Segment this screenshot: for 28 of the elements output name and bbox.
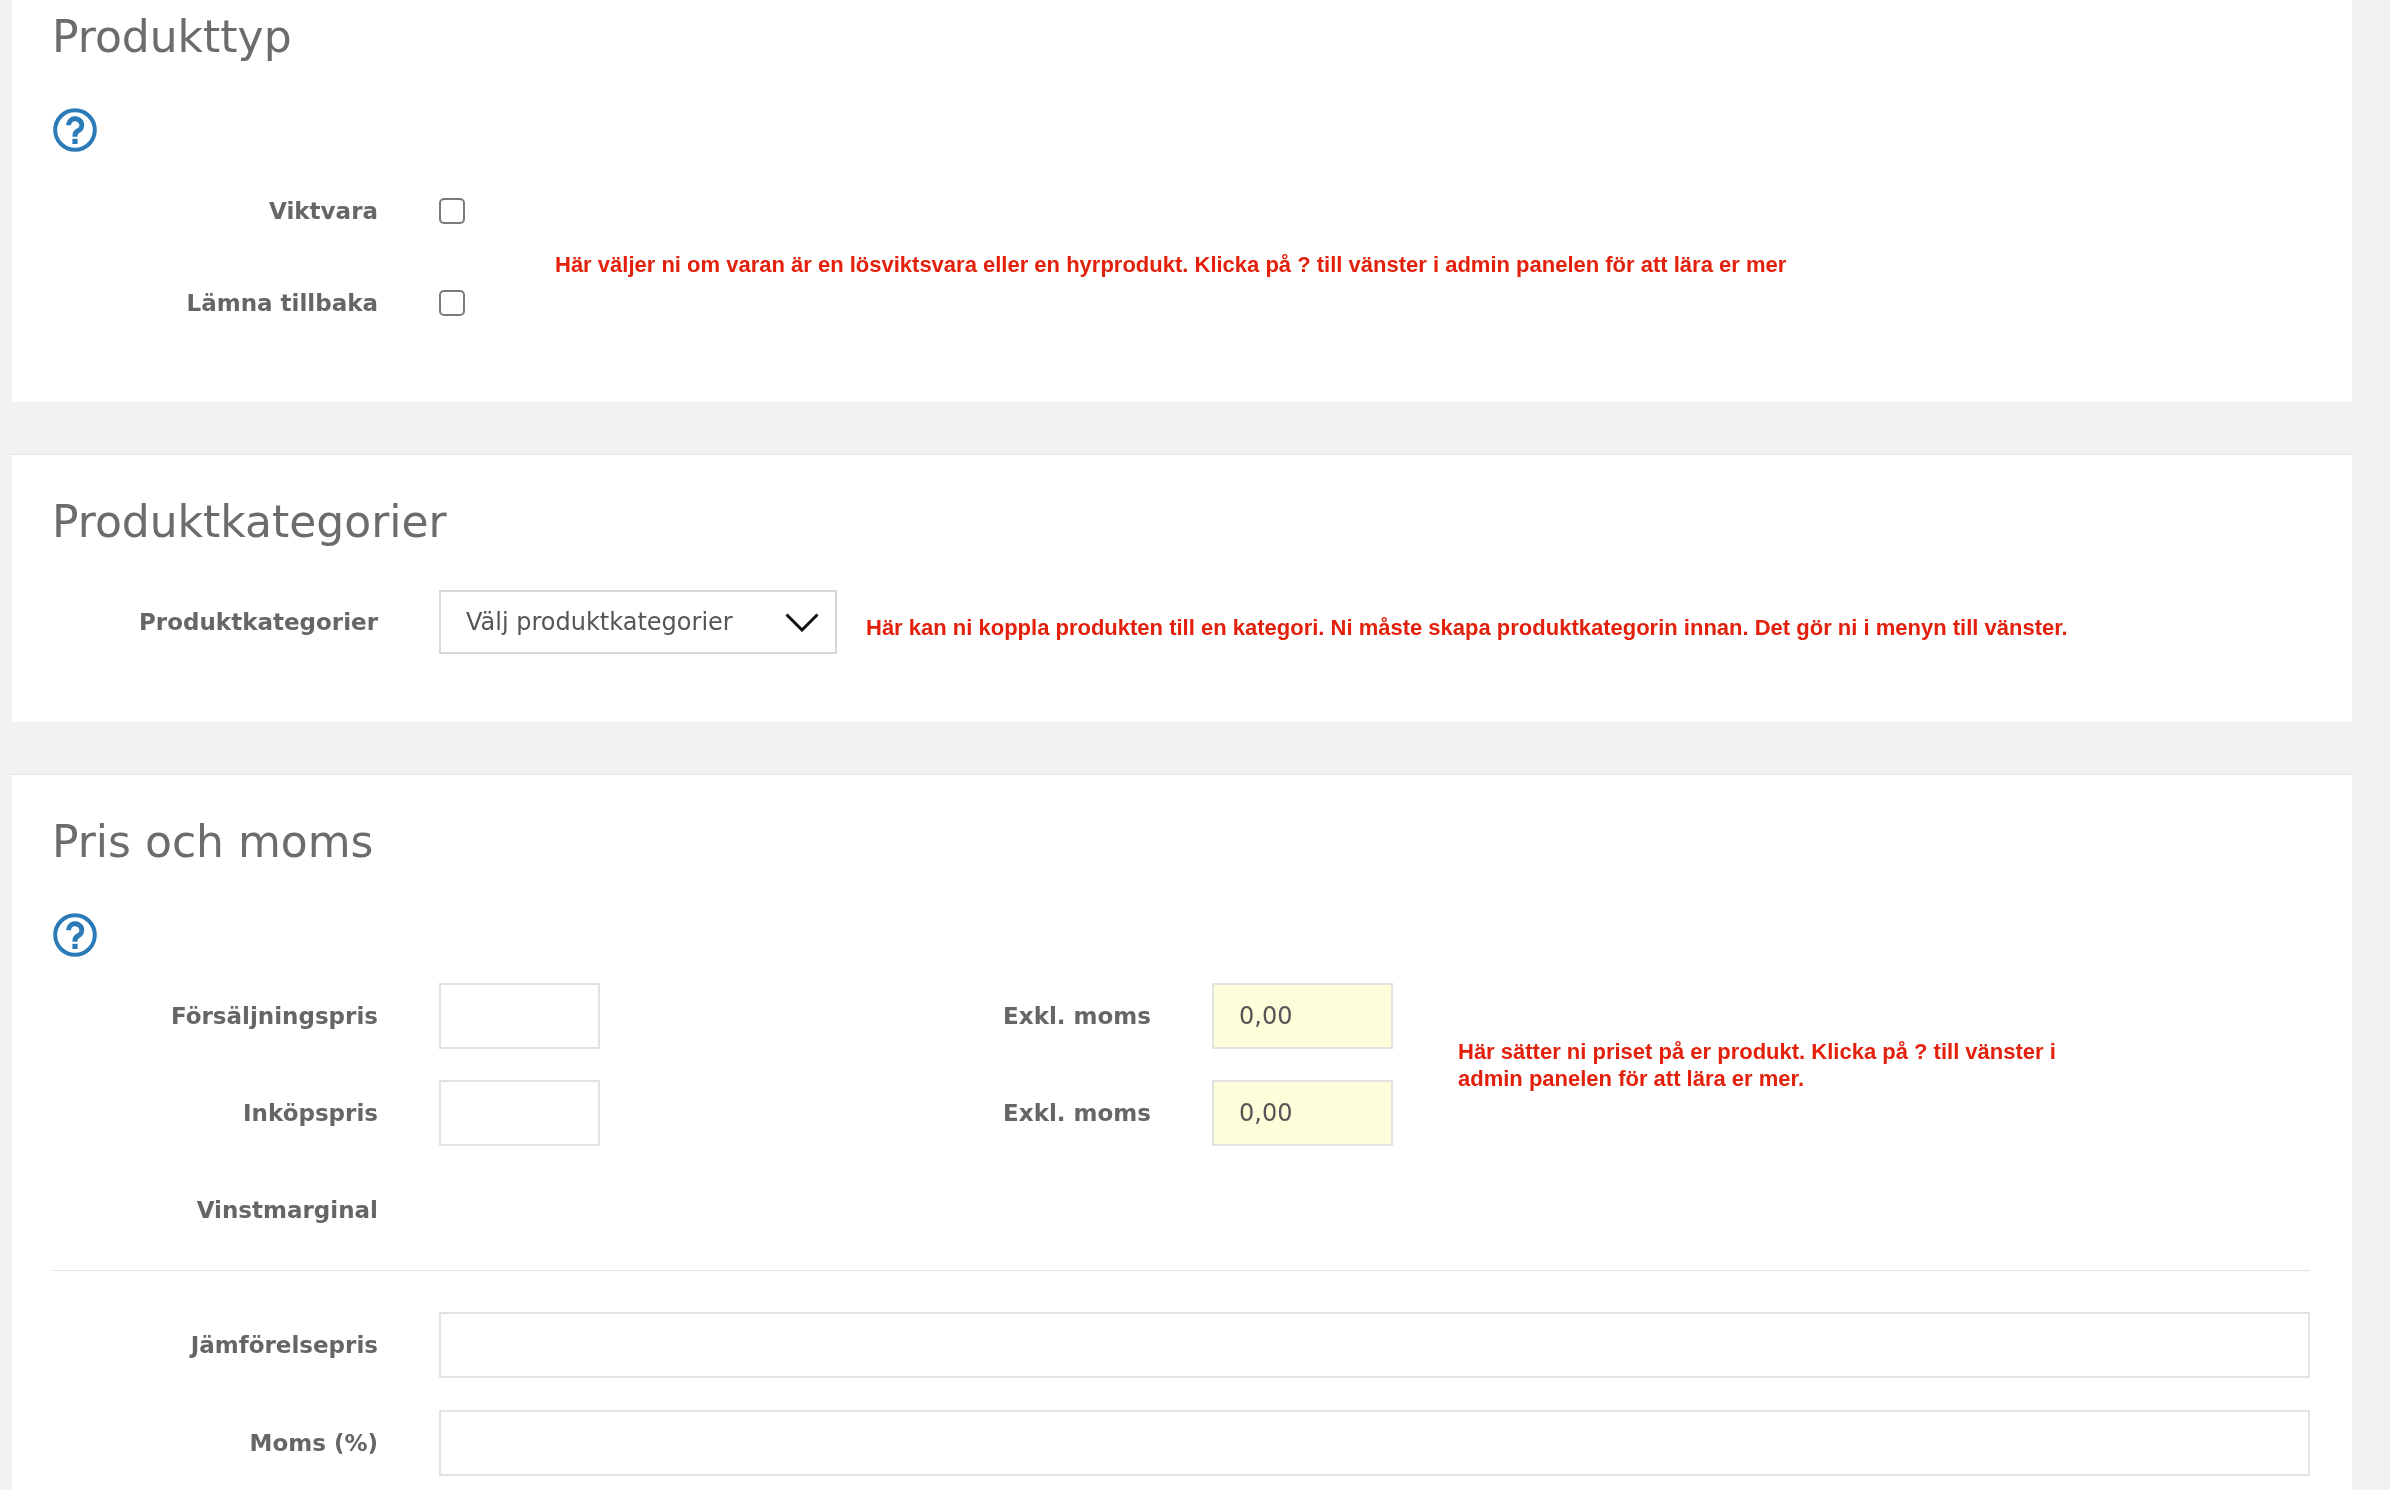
input-field[interactable]: 0,00 [1212,1080,1393,1146]
input-field[interactable] [439,1410,2310,1476]
field-label: Exkl. moms [1002,1100,1151,1126]
hint-text: Här väljer ni om varan är en lösviktsvara eller en hyrprodukt. Klicka på ? till vänster i admin panelen för att lära er mer [555,250,1787,278]
input-field[interactable] [439,983,600,1049]
hint-text: Här kan ni koppla produkten till en kategori. Ni måste skapa produktkategorin innan. Det gör ni i menyn till vänster. [866,613,2068,641]
checkbox[interactable] [439,290,465,316]
input-field[interactable] [439,1080,600,1146]
chevron-down-icon [785,612,819,632]
dropdown-select[interactable]: Välj produktkategorier [439,590,837,654]
field-label: Viktvara [268,198,378,224]
section-title: Produktkategorier [52,497,448,547]
section-title: Pris och moms [52,817,375,867]
field-label: Inköpspris [242,1100,378,1126]
field-label: Exkl. moms [1002,1003,1151,1029]
section-title: Produkttyp [52,12,293,62]
help-icon[interactable] [53,108,97,152]
field-label: Vinstmarginal [195,1197,378,1223]
field-label: Produktkategorier [138,609,378,635]
input-field[interactable] [439,1312,2310,1378]
hint-text: Här sätter ni priset på er produkt. Klicka på ? till vänster i admin panelen för att lära er mer. [1458,1037,2057,1092]
input-field[interactable]: 0,00 [1212,983,1393,1049]
field-label: Moms (%) [248,1430,378,1456]
checkbox[interactable] [439,198,465,224]
field-label: Jämförelsepris [188,1332,378,1358]
field-label: Försäljningspris [169,1003,378,1029]
field-label: Lämna tillbaka [185,290,378,316]
help-icon[interactable] [53,913,97,957]
